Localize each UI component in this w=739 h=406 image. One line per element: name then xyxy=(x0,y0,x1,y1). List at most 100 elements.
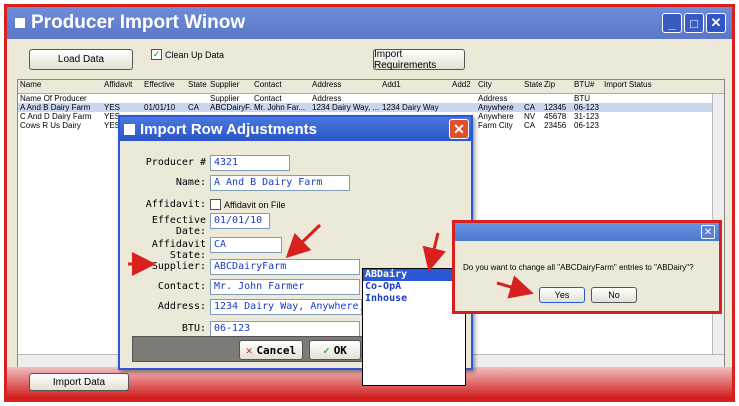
name-field[interactable]: A And B Dairy Farm xyxy=(210,175,350,191)
window-titlebar[interactable]: Producer Import Winow _ □ ✕ xyxy=(7,7,732,39)
table-cell: Anywhere xyxy=(478,112,514,121)
table-cell xyxy=(102,94,142,103)
table-cell: Name Of Producer xyxy=(20,94,87,103)
table-cell: NV xyxy=(524,112,536,121)
table-cell: CA xyxy=(524,103,536,112)
table-row[interactable]: Name Of Producer Supplier Contact Address Ad… xyxy=(18,94,724,103)
column-header[interactable]: BTU# xyxy=(572,80,602,93)
dialog-titlebar[interactable]: Import Row Adjustments xyxy=(120,117,471,141)
dialog-title: Import Row Adjustments xyxy=(140,120,317,138)
import-requirements-button[interactable]: Import Requirements xyxy=(373,49,465,71)
window-title: Producer Import Winow xyxy=(31,12,246,33)
affidavit-state-label: Affidavit State: xyxy=(151,239,206,261)
table-cell xyxy=(380,94,450,103)
table-cell: 01/01/10 xyxy=(144,103,176,112)
column-header[interactable]: Supplier xyxy=(208,80,252,93)
address-label: Address: xyxy=(157,301,206,312)
table-cell: 12345 xyxy=(544,103,567,112)
dropdown-option[interactable]: ABDairy xyxy=(363,269,465,281)
affidavit-label: Affidavit: xyxy=(145,199,206,210)
address-field[interactable]: 1234 Dairy Way, Anywhere, CA xyxy=(210,299,362,315)
table-cell xyxy=(542,94,572,103)
table-cell xyxy=(142,94,186,103)
column-header[interactable]: City xyxy=(476,80,522,93)
ok-label: OK xyxy=(333,343,347,357)
column-header[interactable]: Add2 xyxy=(450,80,476,93)
confirm-titlebar[interactable]: ✕ xyxy=(455,223,719,241)
affidavit-checkbox[interactable] xyxy=(210,199,221,210)
table-row[interactable]: A And B Dairy Farm YES 01/01/10 CA ABCDairyF… xyxy=(18,103,724,112)
column-header[interactable]: Zip xyxy=(542,80,572,93)
table-cell: 1234 Dairy Way, ... xyxy=(312,103,380,112)
contact-label: Contact: xyxy=(157,281,206,292)
column-header[interactable]: Affidavit xyxy=(102,80,142,93)
table-cell xyxy=(450,94,476,103)
column-header[interactable]: State xyxy=(522,80,542,93)
table-cell: YES xyxy=(104,103,121,112)
table-cell: Address xyxy=(478,94,508,103)
table-cell xyxy=(186,94,208,103)
table-cell xyxy=(602,121,702,130)
grid-header: Name Affidavit Effective State Supplier Conta… xyxy=(18,80,724,94)
table-cell: 45678 xyxy=(544,112,567,121)
cleanup-checkbox[interactable]: ✓ xyxy=(151,49,162,60)
confirm-change-dialog: ✕ Do you want to change all "ABCDairyFar… xyxy=(452,220,722,314)
table-cell: Mr. John Far... xyxy=(254,103,306,112)
toolbar: Load Data ✓ Clean Up Data Import Require… xyxy=(7,39,732,79)
table-cell: Anywhere xyxy=(478,103,514,112)
supplier-field[interactable]: ABCDairyFarm xyxy=(210,259,360,275)
column-header[interactable]: State xyxy=(186,80,208,93)
cleanup-checkbox-row[interactable]: ✓ Clean Up Data xyxy=(151,49,224,60)
no-button[interactable]: No xyxy=(591,287,637,303)
cancel-button[interactable]: ✕ Cancel xyxy=(239,340,303,360)
minimize-button[interactable]: _ xyxy=(662,13,682,33)
confirm-close-button[interactable]: ✕ xyxy=(701,225,715,239)
dialog-icon xyxy=(124,123,135,135)
table-cell: A And B Dairy Farm xyxy=(20,103,91,112)
affidavit-checkbox-row[interactable]: Affidavit on File xyxy=(210,199,285,210)
yes-button[interactable]: Yes xyxy=(539,287,585,303)
cancel-label: Cancel xyxy=(256,343,297,357)
table-cell: Supplier xyxy=(210,94,240,103)
supplier-label: Supplier: xyxy=(151,261,206,272)
affidavit-state-field[interactable]: CA xyxy=(210,237,282,253)
producer-label: Producer # xyxy=(145,157,206,168)
table-cell: 23456 xyxy=(544,121,567,130)
table-cell: Farm City xyxy=(478,121,513,130)
table-cell: 06-123 xyxy=(574,103,599,112)
table-cell xyxy=(450,103,476,112)
column-header[interactable]: Contact xyxy=(252,80,310,93)
effective-date-field[interactable]: 01/01/10 xyxy=(210,213,270,229)
window-icon xyxy=(15,18,25,28)
import-data-button[interactable]: Import Data xyxy=(29,373,129,391)
column-header[interactable]: Add1 xyxy=(380,80,450,93)
check-icon: ✓ xyxy=(323,343,330,357)
dropdown-option[interactable]: Inhouse xyxy=(363,293,465,305)
btu-field[interactable]: 06-123 xyxy=(210,321,360,337)
cleanup-label: Clean Up Data xyxy=(165,49,225,60)
table-cell: 06-123 xyxy=(574,121,599,130)
supplier-dropdown-list[interactable]: ABDairy Co-OpA Inhouse xyxy=(362,268,466,386)
load-data-button[interactable]: Load Data xyxy=(29,49,133,70)
column-header[interactable]: Effective xyxy=(142,80,186,93)
ok-button[interactable]: ✓ OK xyxy=(309,340,361,360)
cancel-icon: ✕ xyxy=(245,343,253,357)
column-header[interactable]: Name xyxy=(18,80,102,93)
table-cell: Cows R Us Dairy xyxy=(20,121,81,130)
dialog-close-button[interactable]: ✕ xyxy=(449,119,469,139)
name-label: Name: xyxy=(175,177,206,188)
close-button[interactable]: ✕ xyxy=(706,13,726,33)
contact-field[interactable]: Mr. John Farmer xyxy=(210,279,360,295)
table-cell xyxy=(602,94,702,103)
confirm-message: Do you want to change all "ABCDairyFarm"… xyxy=(463,263,694,272)
producer-field[interactable]: 4321 xyxy=(210,155,290,171)
column-header[interactable]: Address xyxy=(310,80,380,93)
dropdown-option[interactable]: Co-OpA xyxy=(363,281,465,293)
table-cell: Contact xyxy=(254,94,282,103)
table-cell xyxy=(602,103,702,112)
btu-label: BTU: xyxy=(181,323,206,334)
column-header[interactable]: Import Status xyxy=(602,80,702,93)
maximize-button[interactable]: □ xyxy=(684,13,704,33)
table-cell xyxy=(602,112,702,121)
table-cell: ABCDairyF... xyxy=(210,103,252,112)
